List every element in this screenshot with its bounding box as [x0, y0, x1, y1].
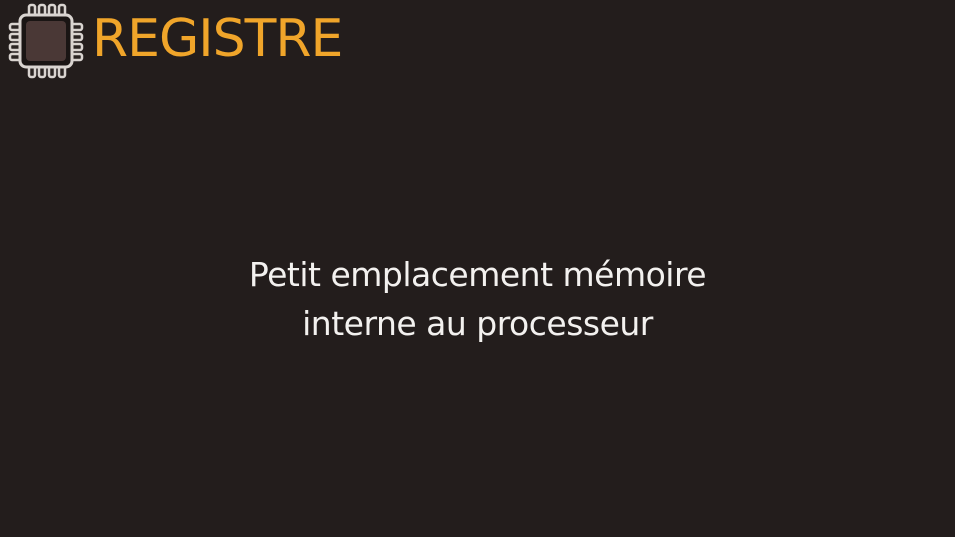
chip-icon [8, 3, 84, 79]
definition-line-2: interne au processeur [302, 304, 653, 343]
definition-text: Petit emplacement mémoire interne au pro… [0, 250, 955, 348]
definition-line-1: Petit emplacement mémoire [248, 255, 707, 294]
slide: REGISTRE Petit emplacement mémoire inter… [0, 0, 955, 537]
slide-title: REGISTRE [92, 9, 343, 69]
slide-header: REGISTRE [8, 3, 343, 79]
